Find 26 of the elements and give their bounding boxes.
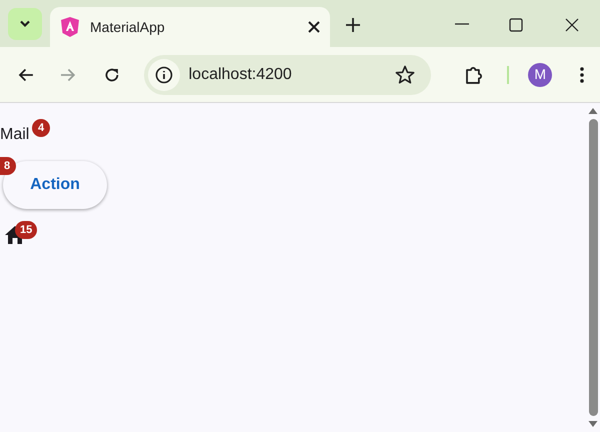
count-badge: 4	[32, 119, 50, 137]
maximize-icon[interactable]	[509, 18, 523, 32]
more-menu-icon[interactable]	[580, 66, 584, 82]
tab-search-button[interactable]	[8, 8, 42, 40]
shield-logo-icon	[60, 16, 80, 38]
profile-avatar[interactable]: M	[528, 62, 552, 86]
url-text: localhost:4200	[188, 64, 293, 84]
back-arrow-icon[interactable]	[18, 68, 34, 82]
close-window-icon[interactable]	[565, 18, 579, 32]
chevron-down-icon	[19, 20, 31, 28]
scroll-up-icon[interactable]	[588, 107, 598, 115]
count-badge: 15	[15, 221, 38, 239]
info-icon	[154, 66, 173, 84]
new-tab-icon[interactable]	[346, 18, 360, 32]
reload-icon[interactable]	[104, 66, 120, 82]
browser-tab[interactable]: MaterialApp	[50, 7, 330, 47]
minimize-icon[interactable]	[455, 23, 469, 25]
address-bar[interactable]: localhost:4200	[144, 54, 432, 94]
scrollbar-thumb[interactable]	[588, 119, 598, 416]
count-badge: 8	[0, 157, 16, 175]
site-info-button[interactable]	[148, 58, 180, 90]
scroll-down-icon[interactable]	[588, 420, 598, 428]
star-icon[interactable]	[395, 64, 416, 84]
mail-label: Mail	[0, 126, 30, 143]
close-icon[interactable]	[308, 21, 320, 33]
tab-title: MaterialApp	[90, 18, 166, 37]
